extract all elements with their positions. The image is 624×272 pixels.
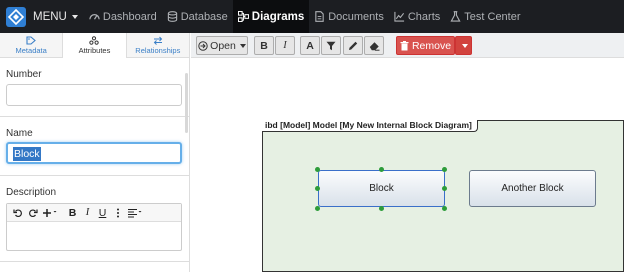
tab-metadata-label: Metadata bbox=[15, 45, 47, 55]
undo-icon[interactable] bbox=[10, 205, 25, 221]
nav-test-center[interactable]: Test Center bbox=[445, 0, 525, 33]
divider bbox=[0, 175, 189, 176]
panel-tabs: Metadata Attributes Relationships bbox=[0, 33, 189, 58]
resize-handle[interactable] bbox=[379, 206, 384, 211]
database-icon bbox=[167, 11, 177, 22]
open-button[interactable]: Open bbox=[196, 36, 248, 55]
block-node[interactable]: Block bbox=[318, 170, 445, 207]
nav-charts-label: Charts bbox=[407, 10, 441, 23]
editor-toolbar: B I U bbox=[7, 204, 181, 222]
font-button[interactable]: A bbox=[300, 36, 320, 55]
name-label: Name bbox=[6, 128, 33, 139]
tab-relationships-label: Relationships bbox=[135, 45, 181, 55]
eraser-icon bbox=[369, 41, 379, 51]
bold-icon[interactable]: B bbox=[65, 205, 80, 221]
diagrams-icon bbox=[237, 11, 249, 22]
panel-scrollbar[interactable] bbox=[185, 73, 188, 133]
attributes-icon bbox=[89, 36, 100, 45]
underline-icon[interactable]: U bbox=[95, 205, 110, 221]
description-label: Description bbox=[6, 187, 57, 198]
number-label: Number bbox=[6, 69, 42, 80]
relationships-icon bbox=[153, 36, 163, 45]
remove-label: Remove bbox=[411, 39, 452, 52]
number-input[interactable] bbox=[6, 84, 182, 106]
open-arrow-icon bbox=[198, 40, 208, 51]
diagram-toolbar: Open B I A Remove bbox=[191, 33, 624, 58]
remove-button[interactable]: Remove bbox=[396, 36, 455, 55]
chevron-down-icon bbox=[461, 43, 468, 48]
tab-relationships[interactable]: Relationships bbox=[127, 33, 189, 57]
resize-handle[interactable] bbox=[442, 206, 447, 211]
name-input[interactable]: Block bbox=[6, 142, 182, 164]
properties-panel: Metadata Attributes Relationships Number… bbox=[0, 33, 190, 272]
pencil-icon bbox=[349, 41, 358, 50]
nav-documents[interactable]: Documents bbox=[309, 0, 389, 33]
name-value: Block bbox=[13, 147, 41, 161]
nav-charts[interactable]: Charts bbox=[389, 0, 445, 33]
insert-menu-icon[interactable] bbox=[40, 205, 60, 221]
chevron-down-icon bbox=[239, 43, 246, 48]
italic-icon[interactable]: I bbox=[80, 205, 95, 221]
filter-icon bbox=[326, 41, 336, 50]
eraser-button[interactable] bbox=[364, 36, 384, 55]
nav-dashboard[interactable]: Dashboard bbox=[84, 0, 162, 33]
description-editor[interactable]: B I U bbox=[6, 203, 182, 251]
nav-diagrams-label: Diagrams bbox=[251, 10, 305, 23]
italic-button[interactable]: I bbox=[275, 36, 295, 55]
tab-attributes[interactable]: Attributes bbox=[62, 33, 127, 58]
charts-icon bbox=[394, 11, 404, 22]
more-options-icon[interactable] bbox=[110, 205, 125, 221]
pen-button[interactable] bbox=[343, 36, 363, 55]
frame-title: ibd [Model] Model [My New Internal Block… bbox=[262, 120, 478, 132]
nav-test-center-label: Test Center bbox=[464, 10, 521, 23]
app-logo-icon[interactable] bbox=[5, 6, 27, 28]
another-block-node[interactable]: Another Block bbox=[469, 170, 596, 207]
menu-button[interactable]: MENU bbox=[33, 11, 78, 23]
block-label: Block bbox=[369, 183, 394, 194]
open-label: Open bbox=[210, 39, 236, 52]
filter-button[interactable] bbox=[321, 36, 341, 55]
tab-attributes-label: Attributes bbox=[78, 46, 111, 55]
test-center-icon bbox=[450, 11, 461, 22]
top-nav: MENU Dashboard Database Diagrams Documen… bbox=[0, 0, 624, 33]
align-icon[interactable] bbox=[125, 205, 145, 221]
divider bbox=[0, 116, 189, 117]
trash-icon bbox=[400, 40, 409, 50]
resize-handle[interactable] bbox=[315, 167, 320, 172]
resize-handle[interactable] bbox=[315, 206, 320, 211]
menu-label: MENU bbox=[33, 10, 67, 23]
bold-button[interactable]: B bbox=[254, 36, 274, 55]
documents-icon bbox=[315, 11, 324, 22]
metadata-icon bbox=[26, 35, 36, 45]
dashboard-icon bbox=[89, 14, 100, 20]
remove-dropdown-button[interactable] bbox=[455, 36, 472, 55]
chevron-down-icon bbox=[71, 14, 78, 19]
another-block-label: Another Block bbox=[501, 183, 564, 194]
resize-handle[interactable] bbox=[442, 167, 447, 172]
nav-database[interactable]: Database bbox=[162, 0, 233, 33]
resize-handle[interactable] bbox=[442, 186, 447, 191]
divider bbox=[0, 261, 189, 262]
redo-icon[interactable] bbox=[25, 205, 40, 221]
nav-diagrams[interactable]: Diagrams bbox=[232, 0, 310, 33]
nav-database-label: Database bbox=[180, 10, 228, 23]
resize-handle[interactable] bbox=[315, 186, 320, 191]
tab-metadata[interactable]: Metadata bbox=[0, 33, 62, 57]
nav-documents-label: Documents bbox=[328, 10, 384, 23]
nav-dashboard-label: Dashboard bbox=[102, 10, 157, 23]
resize-handle[interactable] bbox=[379, 167, 384, 172]
